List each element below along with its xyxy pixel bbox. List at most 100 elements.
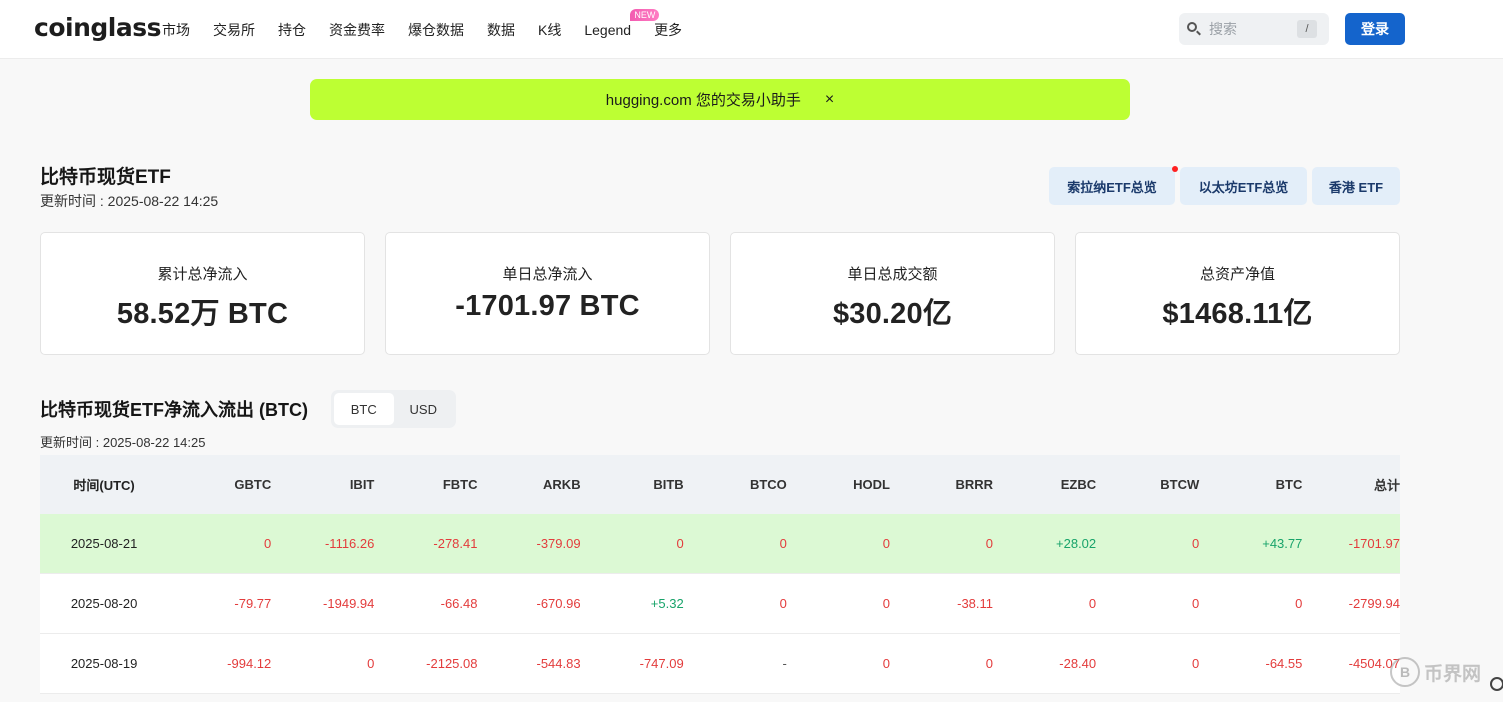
notification-dot [1172, 166, 1178, 172]
watermark: B 币界网 [1390, 657, 1481, 687]
cell-value: -1949.94 [323, 596, 375, 611]
column-header[interactable]: 时间(UTC) [40, 475, 168, 494]
nav-more[interactable]: 更多 [654, 20, 682, 40]
table-row[interactable]: 2025-08-19 -994.12 0 -2125.08 -544.83 -7… [40, 634, 1400, 694]
nav-data[interactable]: 数据 [487, 20, 515, 40]
cell-value: 0 [985, 656, 994, 671]
page-title: 比特币现货ETF [40, 167, 171, 188]
column-header[interactable]: FBTC [374, 477, 478, 492]
column-header[interactable]: BTCO [684, 477, 787, 492]
stat-value: 58.52万 BTC [116, 298, 289, 330]
cell-value: 0 [779, 596, 787, 611]
cell-value: 0 [1088, 596, 1097, 611]
cell-value: 0 [985, 536, 994, 551]
cell-value: -994.12 [227, 656, 272, 671]
cell-value: 0 [882, 656, 890, 671]
stat-label: 累计总净流入 [157, 266, 248, 283]
stat-label: 单日总净流入 [502, 266, 593, 283]
promo-banner[interactable]: hugging.com 您的交易小助手 × [310, 79, 1130, 120]
cell-value: +5.32 [650, 596, 684, 611]
cell-value: -28.40 [1059, 656, 1097, 671]
cell-value: 0 [882, 596, 890, 611]
column-header[interactable]: IBIT [271, 477, 375, 492]
nav-kline[interactable]: K线 [538, 20, 561, 40]
login-button[interactable]: 登录 [1345, 13, 1405, 45]
stat-label: 单日总成交额 [847, 266, 938, 283]
hongkong-etf-button[interactable]: 香港 ETF [1312, 167, 1400, 205]
cell-total: -4504.07 [1348, 656, 1400, 671]
column-header[interactable]: BITB [581, 477, 683, 492]
close-icon[interactable]: × [825, 91, 834, 109]
ethereum-etf-button[interactable]: 以太坊ETF总览 [1180, 167, 1307, 205]
stat-card-daily-volume: 单日总成交额 $30.20亿 [730, 232, 1055, 355]
flows-update-time: 更新时间 : 2025-08-22 14:25 [40, 435, 206, 450]
cell-value: - [782, 656, 787, 671]
cell-value: -38.11 [957, 596, 994, 611]
nav-funding-rate[interactable]: 资金费率 [329, 20, 385, 40]
column-header[interactable]: ARKB [477, 477, 581, 492]
table-header-row: 时间(UTC) GBTC IBIT FBTC ARKB BITB BTCO HO… [40, 455, 1400, 514]
column-header[interactable]: BTCW [1096, 477, 1199, 492]
cell-value: 0 [779, 536, 787, 551]
banner-text: hugging.com 您的交易小助手 [605, 92, 801, 109]
search-input[interactable] [1209, 21, 1297, 37]
stat-value: $30.20亿 [832, 298, 953, 330]
cell-value: -544.83 [536, 656, 581, 671]
cell-value: 0 [1192, 536, 1200, 551]
cell-value: -64.55 [1265, 656, 1303, 671]
column-header[interactable]: HODL [787, 477, 890, 492]
cell-value: 0 [1192, 656, 1200, 671]
nav-open-interest[interactable]: 持仓 [278, 20, 306, 40]
cell-date: 2025-08-21 [70, 536, 138, 551]
cell-value: 0 [367, 656, 375, 671]
cell-value: -66.48 [440, 596, 478, 611]
cell-value: +43.77 [1262, 536, 1303, 551]
nav-liquidations[interactable]: 爆仓数据 [408, 20, 464, 40]
etf-nav-buttons: 索拉纳ETF总览 以太坊ETF总览 香港 ETF [1049, 166, 1405, 205]
main-nav: 市场 交易所 持仓 资金费率 爆仓数据 数据 K线 Legend NEW 更多 [162, 0, 705, 59]
stat-card-cumulative-inflow: 累计总净流入 58.52万 BTC [40, 232, 365, 355]
cell-value: 0 [882, 536, 890, 551]
cell-date: 2025-08-19 [70, 656, 138, 671]
cell-value: 0 [676, 536, 684, 551]
toggle-usd[interactable]: USD [394, 393, 454, 425]
column-header[interactable]: EZBC [993, 477, 1096, 492]
stat-value: -1701.97 BTC [455, 290, 640, 322]
stat-value: $1468.11亿 [1162, 298, 1313, 330]
top-header: coinglass 市场 交易所 持仓 资金费率 爆仓数据 数据 K线 Lege… [0, 0, 1503, 59]
stat-cards: 累计总净流入 58.52万 BTC 单日总净流入 -1701.97 BTC 单日… [40, 232, 1400, 355]
solana-etf-label: 索拉纳ETF总览 [1067, 179, 1157, 195]
table-row[interactable]: 2025-08-20 -79.77 -1949.94 -66.48 -670.9… [40, 574, 1400, 634]
cell-value: -379.09 [536, 536, 581, 551]
coinglass-logo[interactable]: coinglass [34, 13, 161, 42]
bitcoin-coin-icon: B [1390, 657, 1420, 687]
column-header[interactable]: BRRR [890, 477, 993, 492]
column-header[interactable]: BTC [1199, 477, 1303, 492]
cell-value: +28.02 [1056, 536, 1097, 551]
toggle-btc[interactable]: BTC [334, 393, 394, 425]
cell-value: -1116.26 [324, 536, 375, 551]
column-header[interactable]: GBTC [168, 477, 271, 492]
search-shortcut-key: / [1297, 20, 1317, 38]
gear-icon[interactable] [1490, 677, 1503, 691]
stat-card-daily-inflow: 单日总净流入 -1701.97 BTC [385, 232, 710, 355]
cell-total: -1701.97 [1348, 536, 1400, 551]
table-row[interactable]: 2025-08-21 0 -1116.26 -278.41 -379.09 0 … [40, 514, 1400, 574]
update-time: 更新时间 : 2025-08-22 14:25 [40, 193, 219, 209]
cell-value: -747.09 [639, 656, 684, 671]
watermark-text: 币界网 [1424, 663, 1482, 685]
stat-label: 总资产净值 [1199, 266, 1275, 283]
nav-legend[interactable]: Legend NEW [584, 8, 660, 38]
nav-exchanges[interactable]: 交易所 [213, 20, 255, 40]
cell-total: -2799.94 [1348, 596, 1400, 611]
stat-card-net-assets: 总资产净值 $1468.11亿 [1075, 232, 1400, 355]
search-icon [1187, 22, 1201, 36]
solana-etf-button[interactable]: 索拉纳ETF总览 [1049, 166, 1178, 205]
nav-legend-label: Legend [584, 21, 632, 38]
cell-value: -278.41 [433, 536, 478, 551]
cell-value: 0 [1295, 596, 1303, 611]
nav-market[interactable]: 市场 [162, 20, 190, 40]
search-box[interactable]: / [1179, 13, 1329, 45]
column-header[interactable]: 总计 [1302, 475, 1400, 494]
etf-flows-table: 时间(UTC) GBTC IBIT FBTC ARKB BITB BTCO HO… [40, 455, 1400, 694]
